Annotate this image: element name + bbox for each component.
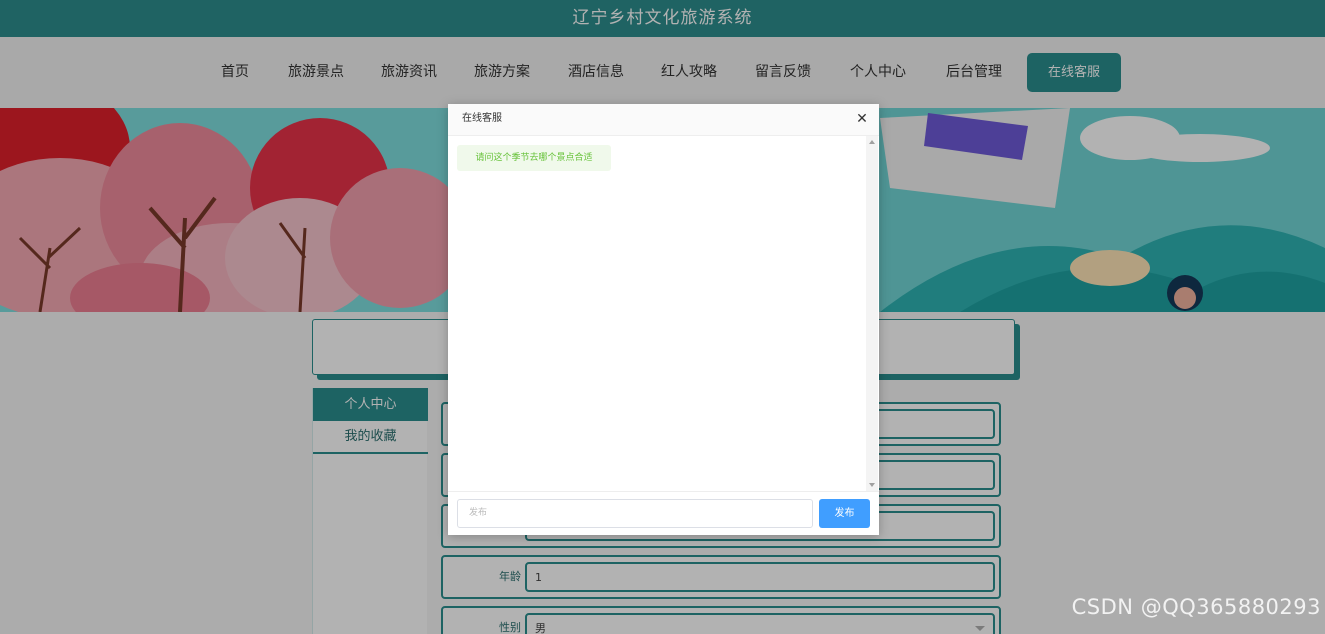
dialog-title: 在线客服 <box>462 113 502 124</box>
scroll-down-arrow-icon[interactable] <box>869 483 875 487</box>
send-button[interactable]: 发布 <box>819 499 870 528</box>
chat-input-bar: 发布 发布 <box>448 491 879 535</box>
chat-messages-area: 请问这个季节去哪个景点合适 <box>448 136 879 491</box>
chat-message-input[interactable]: 发布 <box>457 499 813 528</box>
scroll-up-arrow-icon[interactable] <box>869 140 875 144</box>
online-service-dialog: 在线客服 ✕ 请问这个季节去哪个景点合适 发布 发布 <box>448 104 879 535</box>
close-icon[interactable]: ✕ <box>855 110 869 128</box>
watermark: CSDN @QQ365880293 <box>1071 595 1321 619</box>
chat-message: 请问这个季节去哪个景点合适 <box>457 145 611 171</box>
chat-scrollbar[interactable] <box>866 136 878 491</box>
dialog-header: 在线客服 ✕ <box>448 104 879 136</box>
